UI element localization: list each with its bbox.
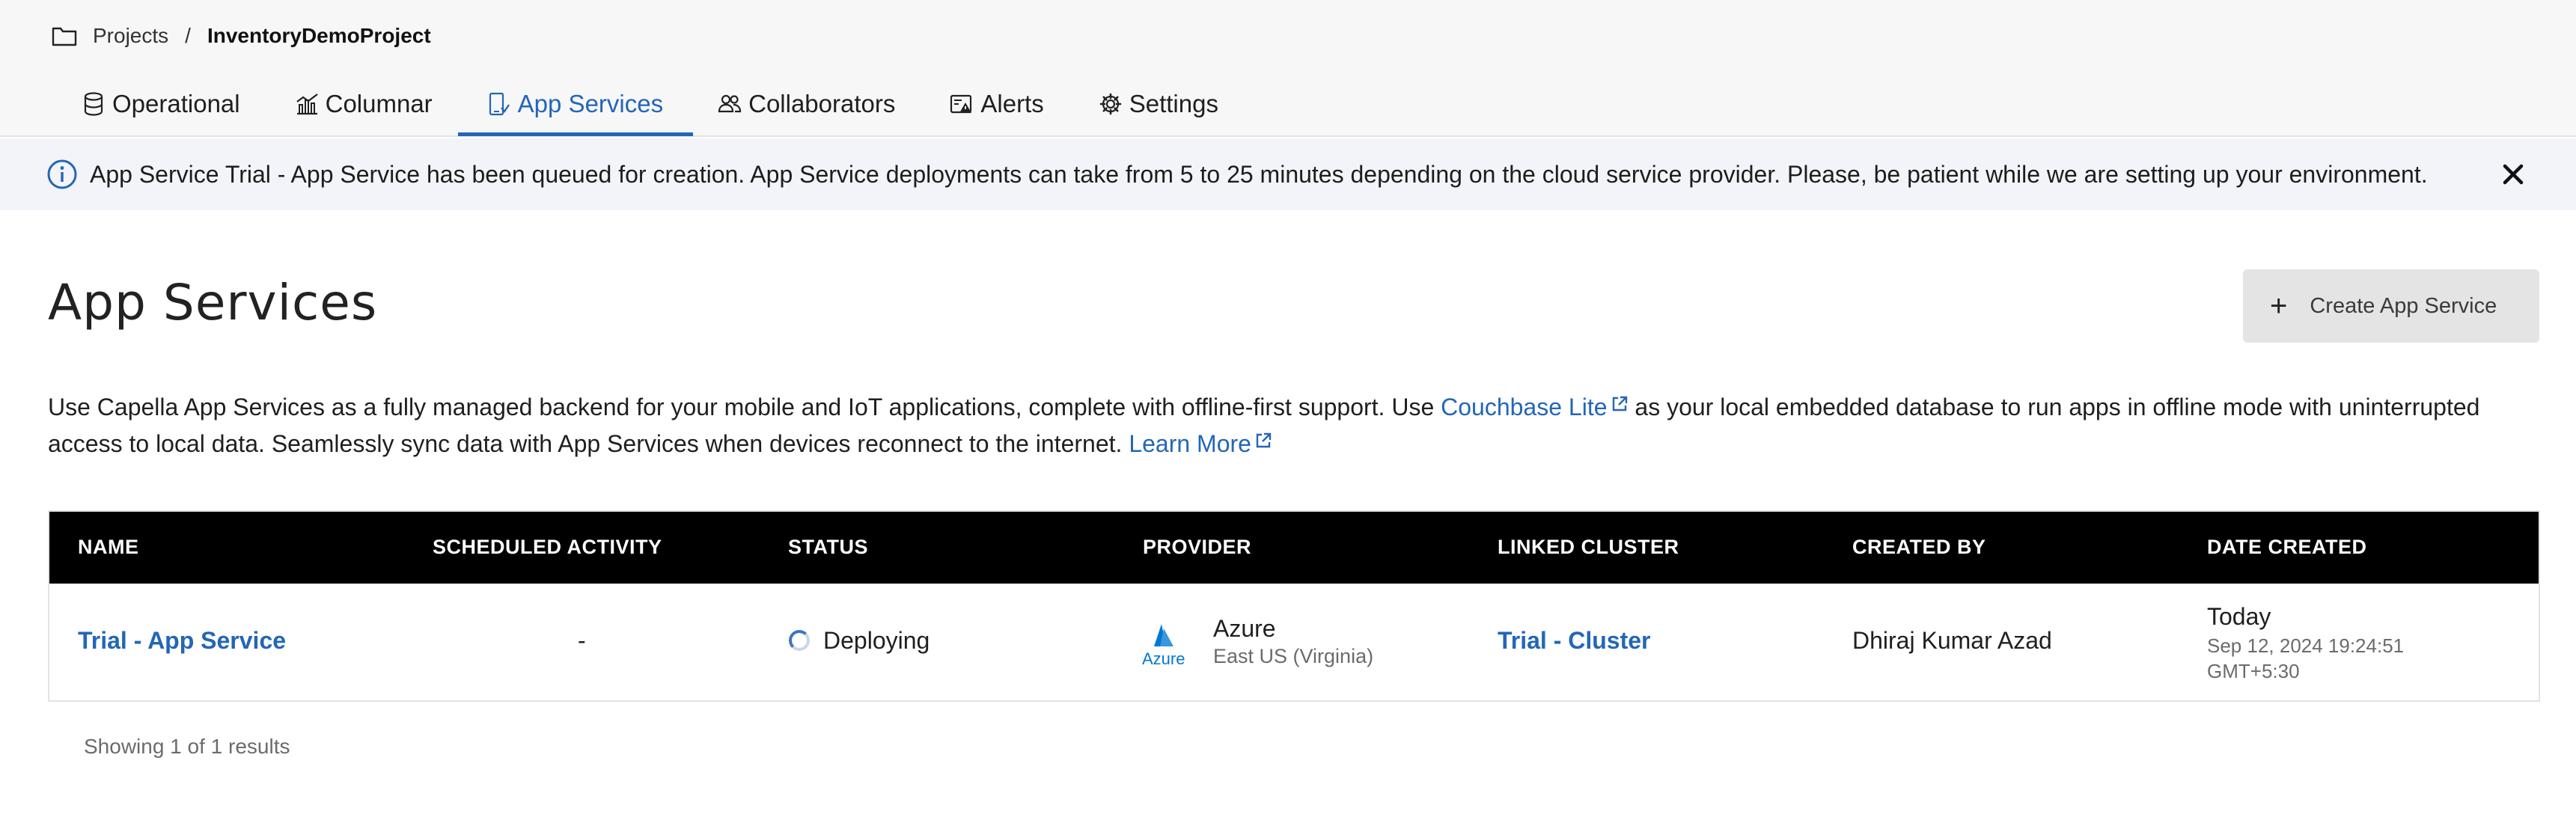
date-created-full: Sep 12, 2024 19:24:51 <box>2207 634 2405 657</box>
description-text-1: Use Capella App Services as a fully mana… <box>48 394 1441 420</box>
tab-settings[interactable]: Settings <box>1098 72 1218 136</box>
results-count: Showing 1 of 1 results <box>84 735 290 758</box>
database-icon <box>84 92 103 116</box>
create-app-service-button[interactable]: + Create App Service <box>2243 269 2539 343</box>
learn-more-link-label: Learn More <box>1129 430 1251 457</box>
column-header-created-by[interactable]: CREATED BY <box>1852 536 1986 559</box>
tab-app-services-label: App Services <box>517 90 664 117</box>
alert-icon <box>950 94 972 114</box>
column-header-linked-cluster[interactable]: LINKED CLUSTER <box>1498 536 1679 559</box>
tab-operational[interactable]: Operational <box>81 72 240 136</box>
tab-columnar[interactable]: Columnar <box>294 72 433 136</box>
info-icon <box>47 159 77 189</box>
azure-logo-icon: Azure <box>1142 624 1185 667</box>
app-services-icon <box>489 92 510 116</box>
scheduled-activity-value: - <box>578 627 586 654</box>
column-header-name[interactable]: NAME <box>78 536 139 559</box>
created-by-value: Dhiraj Kumar Azad <box>1852 627 2052 654</box>
azure-logo-text: Azure <box>1142 649 1185 667</box>
external-link-icon <box>1256 432 1272 448</box>
folder-icon <box>52 27 77 46</box>
app-services-table: NAME SCHEDULED ACTIVITY STATUS PROVIDER … <box>48 510 2540 702</box>
breadcrumb: Projects / InventoryDemoProject <box>51 21 431 51</box>
column-header-scheduled-activity: SCHEDULED ACTIVITY <box>433 536 662 558</box>
tab-collaborators-label: Collaborators <box>748 90 896 117</box>
tab-operational-label: Operational <box>112 90 240 117</box>
external-link-icon <box>1612 396 1627 411</box>
tab-alerts-label: Alerts <box>980 90 1044 117</box>
column-header-status[interactable]: STATUS <box>788 536 868 559</box>
tab-collaborators[interactable]: Collaborators <box>717 72 895 136</box>
column-header-provider[interactable]: PROVIDER <box>1143 536 1251 559</box>
column-header-date-created[interactable]: DATE CREATED <box>2207 536 2367 559</box>
tab-alerts[interactable]: Alerts <box>949 72 1044 136</box>
status-value: Deploying <box>823 627 930 654</box>
tab-columnar-label: Columnar <box>325 90 433 117</box>
page-description: Use Capella App Services as a fully mana… <box>48 389 2533 462</box>
breadcrumb-projects-link[interactable]: Projects <box>93 24 168 48</box>
date-created-timezone: GMT+5:30 <box>2207 660 2300 682</box>
breadcrumb-current-project: InventoryDemoProject <box>207 24 431 47</box>
learn-more-link[interactable]: Learn More <box>1129 430 1272 457</box>
banner-message: App Service Trial - App Service has been… <box>90 161 2428 188</box>
tab-settings-label: Settings <box>1129 90 1218 117</box>
loading-spinner-icon <box>789 630 810 651</box>
project-tabs: Operational Columnar App Services Collab… <box>81 72 1272 136</box>
couchbase-lite-link-label: Couchbase Lite <box>1441 394 1608 420</box>
app-service-name-link[interactable]: Trial - App Service <box>78 627 286 655</box>
gear-icon <box>1099 93 1122 115</box>
users-icon <box>718 94 742 113</box>
close-icon[interactable] <box>2498 159 2528 189</box>
provider-value: Azure <box>1213 615 1276 642</box>
info-banner: App Service Trial - App Service has been… <box>0 138 2576 210</box>
breadcrumb-separator: / <box>185 24 191 47</box>
plus-icon: + <box>2270 290 2288 322</box>
top-navigation: Projects / InventoryDemoProject Operatio… <box>0 0 2576 137</box>
tab-app-services[interactable]: App Services <box>457 72 694 136</box>
linked-cluster-link[interactable]: Trial - Cluster <box>1498 627 1651 655</box>
provider-region: East US (Virginia) <box>1213 645 1374 667</box>
table-header: NAME SCHEDULED ACTIVITY STATUS PROVIDER … <box>49 512 2539 584</box>
create-app-service-label: Create App Service <box>2310 293 2497 318</box>
couchbase-lite-link[interactable]: Couchbase Lite <box>1441 394 1628 420</box>
date-created-relative: Today <box>2207 603 2271 630</box>
chart-icon <box>296 94 318 115</box>
page-title: App Services <box>48 274 378 331</box>
